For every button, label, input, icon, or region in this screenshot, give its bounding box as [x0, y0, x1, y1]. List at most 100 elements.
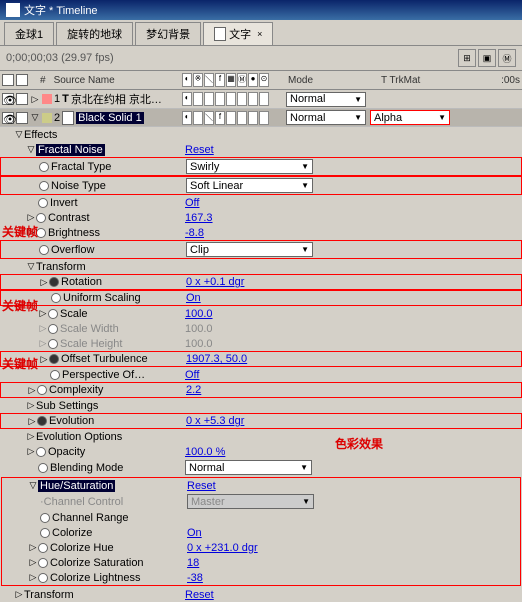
app-icon — [6, 3, 20, 17]
prop-colorize-saturation: ▷Colorize Saturation18 — [2, 555, 520, 570]
stopwatch-icon[interactable] — [49, 354, 59, 364]
layer-2[interactable]: 👁 ▽ 2 Black Solid 1 ◐＼f Normal▼ Alpha▼ — [0, 109, 522, 127]
chevron-down-icon: ▼ — [438, 113, 446, 122]
annotation-keyframe-3: 关键帧 — [2, 355, 38, 372]
prop-rotation: ▷Rotation0 x +0.1 dgr — [0, 274, 522, 290]
annotation-keyframe-1: 关键帧 — [2, 223, 38, 240]
lock-toggle[interactable] — [16, 112, 28, 124]
label-color[interactable] — [42, 94, 52, 104]
expand-toggle[interactable]: ▷ — [30, 94, 40, 105]
tab-1[interactable]: 旋转的地球 — [56, 22, 133, 45]
prop-noise-type: Noise TypeSoft Linear▼ — [0, 176, 522, 195]
stopwatch-icon[interactable] — [37, 416, 47, 426]
stopwatch-icon[interactable] — [38, 558, 48, 568]
prop-colorize: ColorizeOn — [2, 525, 520, 540]
mode-dropdown[interactable]: Normal▼ — [286, 110, 366, 125]
label-color[interactable] — [42, 113, 52, 123]
num-header: # — [40, 75, 46, 86]
timecode[interactable]: 0;00;00;03 (29.97 fps) — [6, 52, 114, 64]
stopwatch-icon[interactable] — [36, 447, 46, 457]
tab-2[interactable]: 梦幻背景 — [135, 22, 201, 45]
stopwatch-icon[interactable] — [39, 162, 49, 172]
stopwatch-icon[interactable] — [38, 198, 48, 208]
switch-header: ◐ — [182, 73, 192, 87]
stopwatch-icon[interactable] — [50, 370, 60, 380]
transform-group-2[interactable]: ▷TransformReset — [0, 587, 522, 602]
stopwatch-icon[interactable] — [36, 213, 46, 223]
timecode-row: 0;00;00;03 (29.97 fps) ⊞ ▣ Ⓜ — [0, 46, 522, 71]
visibility-toggle[interactable]: 👁 — [2, 112, 14, 124]
tab-close-icon[interactable]: × — [257, 29, 262, 39]
prop-invert: InvertOff — [0, 195, 522, 210]
toolbar-btn-c[interactable]: Ⓜ — [498, 49, 516, 67]
prop-brightness: ▷Brightness-8.8 — [0, 225, 522, 240]
prop-fractal-type: Fractal TypeSwirly▼ — [0, 157, 522, 176]
chevron-down-icon: ▼ — [354, 95, 362, 104]
trkmat-dropdown[interactable]: Alpha▼ — [370, 110, 450, 125]
stopwatch-icon[interactable] — [38, 463, 48, 473]
expand-toggle[interactable]: ▽ — [30, 112, 40, 123]
tab-0[interactable]: 金球1 — [4, 22, 54, 45]
prop-offset-turbulence: ▷Offset Turbulence1907.3, 50.0 — [0, 351, 522, 367]
stopwatch-icon[interactable] — [51, 293, 61, 303]
stopwatch-icon[interactable] — [39, 245, 49, 255]
chevron-down-icon: ▼ — [354, 113, 362, 122]
evolution-options-group[interactable]: ▷Evolution Options — [0, 429, 522, 444]
window-titlebar: 文字 * Timeline — [0, 0, 522, 20]
prop-opacity: ▷Opacity100.0 % — [0, 444, 522, 459]
prop-overflow: OverflowClip▼ — [0, 240, 522, 259]
layer-1[interactable]: 👁 ▷ 1 T 京北在约相 京北… ◐ Normal▼ — [0, 90, 522, 109]
stopwatch-icon[interactable] — [37, 385, 47, 395]
stopwatch-icon[interactable] — [49, 277, 59, 287]
prop-channel-range: Channel Range — [2, 510, 520, 525]
prop-scale-width: ▷Scale Width100.0 — [0, 321, 522, 336]
trkmat-header: T TrkMat — [381, 75, 420, 86]
reset-link[interactable]: Reset — [187, 480, 216, 492]
visibility-toggle[interactable]: 👁 — [2, 93, 14, 105]
prop-scale-height: ▷Scale Height100.0 — [0, 336, 522, 351]
effects-group[interactable]: ▽Effects — [0, 127, 522, 142]
time-header: :00s — [501, 75, 520, 86]
stopwatch-icon[interactable] — [38, 573, 48, 583]
transform-group[interactable]: ▽Transform — [0, 259, 522, 274]
prop-channel-control: · Channel ControlMaster▼ — [2, 493, 520, 510]
stopwatch-icon — [48, 339, 58, 349]
channel-control-dropdown: Master▼ — [187, 494, 314, 509]
toolbar-btn-a[interactable]: ⊞ — [458, 49, 476, 67]
lock-toggle[interactable] — [16, 93, 28, 105]
sub-settings-group[interactable]: ▷Sub Settings — [0, 398, 522, 413]
prop-colorize-lightness: ▷Colorize Lightness-38 — [2, 570, 520, 585]
prop-perspective: Perspective Of…Off — [0, 367, 522, 382]
blending-mode-dropdown[interactable]: Normal▼ — [185, 460, 312, 475]
reset-link[interactable]: Reset — [185, 144, 214, 156]
prop-contrast: ▷Contrast167.3 — [0, 210, 522, 225]
stopwatch-icon[interactable] — [48, 309, 58, 319]
effect-fractal-noise[interactable]: ▽Fractal NoiseReset — [0, 142, 522, 157]
solid-icon — [62, 111, 74, 125]
window-title: 文字 * Timeline — [24, 2, 98, 18]
stopwatch-icon — [48, 324, 58, 334]
mode-dropdown[interactable]: Normal▼ — [286, 92, 366, 107]
audio-header-icon — [16, 74, 28, 86]
layer-name: Black Solid 1 — [76, 112, 144, 124]
reset-link[interactable]: Reset — [185, 589, 214, 601]
annotation-color-effect: 色彩效果 — [335, 435, 383, 452]
annotation-keyframe-2: 关键帧 — [2, 297, 38, 314]
stopwatch-icon[interactable] — [40, 513, 50, 523]
effect-hue-saturation[interactable]: ▽Hue/SaturationReset — [2, 478, 520, 493]
prop-blending-mode: Blending ModeNormal▼ — [0, 459, 522, 476]
toolbar-btn-b[interactable]: ▣ — [478, 49, 496, 67]
overflow-dropdown[interactable]: Clip▼ — [186, 242, 313, 257]
source-header[interactable]: Source Name — [54, 75, 115, 86]
prop-uniform-scaling: Uniform ScalingOn — [0, 290, 522, 306]
visibility-header-icon — [2, 74, 14, 86]
stopwatch-icon[interactable] — [38, 543, 48, 553]
prop-complexity: ▷Complexity2.2 — [0, 382, 522, 398]
stopwatch-icon[interactable] — [39, 181, 49, 191]
noise-type-dropdown[interactable]: Soft Linear▼ — [186, 178, 313, 193]
prop-evolution: ▷Evolution0 x +5.3 dgr — [0, 413, 522, 429]
fractal-type-dropdown[interactable]: Swirly▼ — [186, 159, 313, 174]
mode-header: Mode — [288, 75, 313, 86]
stopwatch-icon[interactable] — [40, 528, 50, 538]
tab-3[interactable]: 文字× — [203, 22, 273, 45]
